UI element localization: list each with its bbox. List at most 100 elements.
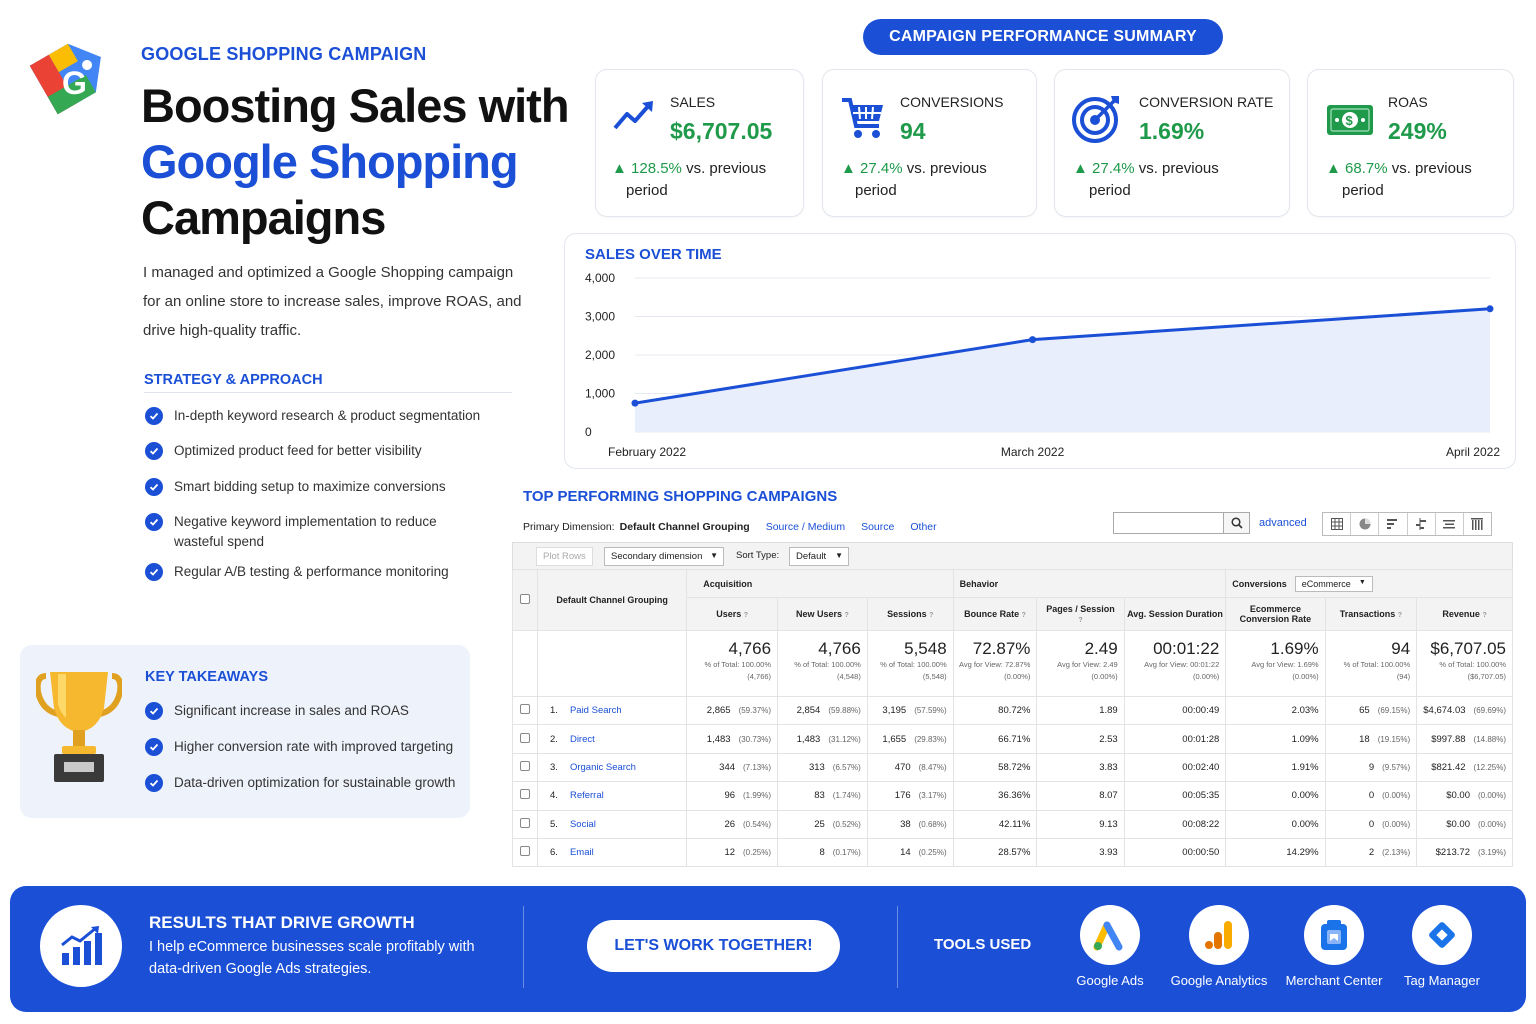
- dim-link-source[interactable]: Source: [861, 521, 894, 533]
- table-row[interactable]: 3. Organic Search 344 (7.13%) 313 (6.57%) 470 (…: [512, 752, 1513, 783]
- strategy-item: Optimized product feed for better visibi…: [145, 441, 422, 461]
- plot-rows-button[interactable]: Plot Rows: [536, 547, 593, 566]
- kpi-change: ▲ 128.5% vs. previous period: [612, 158, 766, 202]
- row-checkbox[interactable]: [519, 789, 530, 800]
- pages-session-cell: 8.07: [1036, 781, 1125, 811]
- term-cloud-view-icon[interactable]: [1436, 513, 1464, 535]
- advanced-link[interactable]: advanced: [1259, 517, 1307, 529]
- total-cell: 2.49 Avg for View: 2.49 (0.00%): [1036, 630, 1125, 697]
- col-users[interactable]: Users ?: [686, 597, 779, 631]
- row-checkbox[interactable]: [519, 732, 530, 743]
- table-row[interactable]: 6. Email 12 (0.25%) 8 (0.17%) 14 (0.25%) 28.57% 3…: [512, 837, 1513, 868]
- cell-percent: (59.88%): [828, 706, 861, 716]
- kpi-label: ROAS: [1388, 94, 1428, 110]
- footer-subtitle: I help eCommerce businesses scale profit…: [149, 939, 475, 977]
- row-checkbox[interactable]: [519, 704, 530, 715]
- bounce-cell: 80.72%: [952, 695, 1038, 726]
- cell-value: 18: [1359, 733, 1370, 745]
- bounce-cell: 28.57%: [952, 837, 1038, 868]
- sort-type-select[interactable]: Default ▼: [789, 547, 849, 566]
- col-avg-session-duration[interactable]: Avg. Session Duration: [1123, 597, 1227, 631]
- conv-rate-cell: 14.29%: [1225, 837, 1326, 868]
- strategy-item: Smart bidding setup to maximize conversi…: [145, 477, 446, 497]
- col-sessions[interactable]: Sessions ?: [866, 597, 954, 631]
- col-transactions[interactable]: Transactions ?: [1324, 597, 1418, 631]
- col-label: New Users: [796, 609, 843, 619]
- row-checkbox[interactable]: [519, 846, 530, 857]
- cell-value: 00:02:40: [1182, 761, 1220, 773]
- pivot-view-icon[interactable]: [1464, 513, 1491, 535]
- channel-link[interactable]: Email: [570, 847, 594, 858]
- x-tick-label: February 2022: [608, 445, 686, 459]
- sort-type-label: Sort Type:: [736, 550, 780, 561]
- table-view-icon[interactable]: [1323, 513, 1352, 535]
- cell-value: $997.88: [1431, 733, 1466, 745]
- takeaway-item: Data-driven optimization for sustainable…: [145, 773, 455, 793]
- row-checkbox[interactable]: [519, 817, 530, 828]
- channel-link[interactable]: Paid Search: [570, 705, 622, 716]
- channel-link[interactable]: Organic Search: [570, 762, 636, 773]
- cell-percent: (2.13%): [1382, 848, 1411, 858]
- dim-link-other[interactable]: Other: [910, 521, 936, 533]
- group-behavior: Behavior: [952, 569, 1227, 598]
- channel-link[interactable]: Referral: [570, 790, 604, 801]
- secondary-dimension-select[interactable]: Secondary dimension ▼: [604, 547, 724, 566]
- work-together-button[interactable]: LET'S WORK TOGETHER!: [587, 920, 840, 972]
- y-tick-label: 1,000: [585, 387, 615, 401]
- revenue-cell: $0.00 (0.00%): [1416, 809, 1513, 839]
- table-row[interactable]: 1. Paid Search 2,865 (59.37%) 2,854 (59.88%) 3…: [512, 695, 1513, 726]
- cell-value: 176: [894, 790, 911, 802]
- area-fill: [635, 308, 1490, 432]
- cell-percent: (59.37%): [738, 706, 772, 716]
- cell-percent: (9.57%): [1382, 762, 1411, 772]
- channel-cell: 6. Email: [536, 837, 688, 868]
- dim-link-source-medium[interactable]: Source / Medium: [766, 521, 845, 533]
- kpi-change-suffix: vs. previous: [686, 160, 767, 177]
- cell-value: 00:05:35: [1182, 790, 1220, 802]
- kpi-change: ▲ 27.4% vs. previous period: [841, 158, 987, 202]
- cell-percent: (3.17%): [918, 791, 947, 801]
- strategy-item: Regular A/B testing & performance monito…: [145, 562, 449, 582]
- cell-value: 8.07: [1099, 790, 1118, 802]
- col-pages-session[interactable]: Pages / Session?: [1036, 597, 1125, 631]
- table-row[interactable]: 4. Referral 96 (1.99%) 83 (1.74%) 176 (3.17%) 36…: [512, 781, 1513, 811]
- kpi-change-suffix: period: [1342, 182, 1384, 199]
- col-ecommerce-conversion-rate[interactable]: Ecommerce Conversion Rate: [1225, 597, 1326, 631]
- check-icon: [145, 513, 163, 531]
- total-cell: 94 % of Total: 100.00% (94): [1324, 630, 1418, 697]
- help-icon: ?: [1397, 612, 1403, 619]
- select-all-checkbox[interactable]: [519, 594, 530, 604]
- total-value: 00:01:22: [1153, 639, 1220, 658]
- secondary-dimension-label: Secondary dimension: [611, 551, 703, 562]
- col-default-channel-grouping[interactable]: Default Channel Grouping: [536, 569, 688, 631]
- kpi-value: $6,707.05: [670, 118, 773, 144]
- col-label: Pages / Session: [1046, 604, 1115, 614]
- row-checkbox[interactable]: [519, 760, 530, 771]
- cart-icon: [839, 94, 887, 147]
- channel-link[interactable]: Social: [570, 819, 596, 830]
- sessions-cell: 176 (3.17%): [866, 781, 954, 811]
- col-new-users[interactable]: New Users ?: [777, 597, 868, 631]
- search-icon[interactable]: [1223, 513, 1249, 533]
- comparison-view-icon[interactable]: [1408, 513, 1436, 535]
- duration-cell: 00:00:50: [1123, 837, 1227, 868]
- pie-view-icon[interactable]: [1351, 513, 1380, 535]
- conversion-type-select[interactable]: eCommerce ▼: [1294, 575, 1373, 592]
- transactions-cell: 65 (69.15%): [1324, 695, 1418, 726]
- duration-cell: 00:05:35: [1123, 781, 1227, 811]
- cell-percent: (0.00%): [1382, 819, 1411, 829]
- title-line-2: Google Shopping: [141, 135, 519, 188]
- table-row[interactable]: 5. Social 26 (0.54%) 25 (0.52%) 38 (0.68%) 42.11…: [512, 809, 1513, 839]
- bar-view-icon[interactable]: [1379, 513, 1408, 535]
- revenue-cell: $4,674.03 (69.69%): [1416, 695, 1513, 726]
- col-revenue[interactable]: Revenue ?: [1416, 597, 1513, 631]
- users-cell: 96 (1.99%): [686, 781, 779, 811]
- row-index: 1.: [549, 705, 558, 717]
- table-title: TOP PERFORMING SHOPPING CAMPAIGNS: [523, 488, 838, 505]
- kpi-label: CONVERSIONS: [900, 94, 1004, 110]
- col-bounce-rate[interactable]: Bounce Rate ?: [952, 597, 1038, 631]
- channel-link[interactable]: Direct: [570, 734, 595, 745]
- kpi-card-conversion-rate: CONVERSION RATE 1.69% ▲ 27.4% vs. previo…: [1054, 69, 1290, 217]
- table-row[interactable]: 2. Direct 1,483 (30.73%) 1,483 (31.12%) 1,655 (…: [512, 724, 1513, 754]
- table-search-input[interactable]: [1113, 512, 1250, 534]
